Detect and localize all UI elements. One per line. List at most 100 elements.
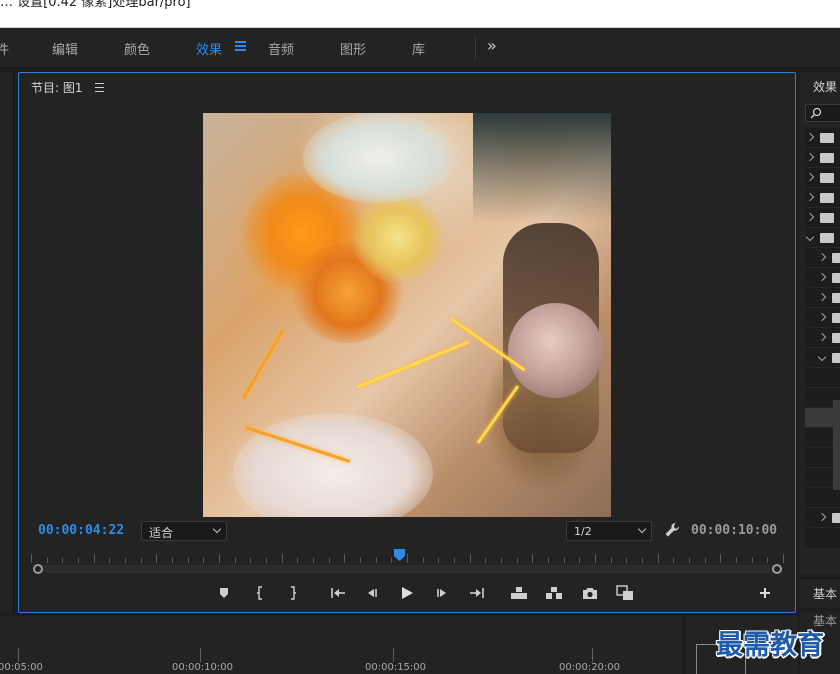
workspace-more-icon[interactable]: » [487, 36, 497, 55]
chevron-right-icon[interactable] [805, 192, 815, 202]
step-back-icon[interactable] [363, 584, 381, 602]
ruler-tick [266, 558, 267, 563]
wrench-settings-icon[interactable] [663, 521, 681, 539]
workspace-tab-graphics[interactable]: 图形 [340, 39, 366, 58]
window-title: … 设置[0.42 像素]处理bar/pro] [0, 0, 191, 10]
zoom-scroll-bar[interactable] [37, 565, 777, 573]
lift-icon[interactable] [510, 584, 528, 602]
video-shadow-area [473, 113, 611, 223]
folder-icon [820, 133, 834, 143]
play-icon[interactable] [398, 584, 416, 602]
scroll-handle-left[interactable] [33, 564, 43, 574]
add-button-icon[interactable] [756, 584, 774, 602]
effects-tree-row[interactable] [805, 328, 840, 348]
ruler-tick [438, 558, 440, 563]
folder-icon [820, 193, 834, 203]
folder-icon [832, 293, 840, 303]
folder-icon [832, 333, 840, 343]
ruler-tick [46, 558, 48, 563]
ruler-tick [203, 558, 205, 563]
chevron-right-icon[interactable] [817, 272, 827, 282]
effects-tree-row[interactable] [805, 488, 840, 508]
workspace-tab-color[interactable]: 颜色 [124, 39, 150, 58]
chevron-right-icon[interactable] [817, 512, 827, 522]
video-flower [353, 193, 443, 283]
chevron-down-icon [212, 524, 222, 534]
workspace-tab-audio[interactable]: 音频 [268, 39, 294, 58]
step-forward-icon[interactable] [433, 584, 451, 602]
timeline-label: 00:00:20:00 [559, 662, 621, 673]
zoom-level-select[interactable]: 适合 [141, 521, 227, 541]
workspace-tab-editing[interactable]: 编辑 [52, 39, 78, 58]
mark-in-icon[interactable] [251, 584, 269, 602]
playback-resolution-select[interactable]: 1/2 [566, 521, 652, 541]
ruler-tick [187, 558, 189, 563]
go-to-out-icon[interactable] [468, 584, 486, 602]
effects-search-input[interactable] [805, 104, 840, 122]
ruler-tick [313, 558, 314, 563]
ruler-tick [375, 558, 377, 563]
add-marker-icon[interactable] [215, 584, 233, 602]
chevron-right-icon[interactable] [805, 132, 815, 142]
ruler-tick [704, 558, 706, 563]
zoom-level-value: 适合 [149, 526, 174, 540]
effects-tree-row[interactable] [805, 168, 840, 188]
left-panel-edge [0, 72, 14, 612]
ruler-tick [454, 558, 455, 563]
extract-icon[interactable] [545, 584, 563, 602]
ruler-tick [751, 558, 753, 563]
playhead-icon[interactable] [394, 549, 406, 561]
effects-tree-row[interactable] [805, 508, 840, 528]
workspace-tab-effects[interactable]: 效果 [196, 39, 222, 58]
timeline-tick [18, 648, 19, 662]
workspace-menu-icon[interactable] [235, 40, 246, 52]
ruler-tick [595, 554, 596, 563]
folder-icon [820, 213, 834, 223]
effects-tree-row[interactable] [805, 248, 840, 268]
time-ruler[interactable] [31, 549, 784, 563]
chevron-right-icon[interactable] [817, 332, 827, 342]
effects-tree-row[interactable] [805, 128, 840, 148]
effects-tree-row[interactable] [805, 208, 840, 228]
comparison-view-icon[interactable] [616, 584, 634, 602]
timeline-ruler-area[interactable]: 00:05:00 00:00:10:00 00:00:15:00 00:00:2… [0, 616, 682, 674]
essential-panel-tab[interactable]: 基本 [800, 578, 840, 608]
effects-tree-row[interactable] [805, 348, 840, 368]
effects-tree-row[interactable] [805, 228, 840, 248]
scroll-handle-right[interactable] [772, 564, 782, 574]
chevron-right-icon[interactable] [805, 172, 815, 182]
current-timecode[interactable]: 00:00:04:22 [38, 523, 124, 538]
workspace-tab-assembly[interactable]: 件 [0, 39, 9, 58]
effects-tree-row[interactable] [805, 268, 840, 288]
ruler-tick [344, 554, 346, 563]
ruler-tick [297, 558, 299, 563]
ruler-tick [250, 558, 252, 563]
video-preview[interactable] [203, 113, 611, 517]
chevron-right-icon[interactable] [817, 312, 827, 322]
hamburger-menu-icon[interactable] [95, 83, 104, 92]
ruler-tick [234, 558, 236, 563]
effects-tree-row[interactable] [805, 288, 840, 308]
workspace-tab-libraries[interactable]: 库 [412, 39, 425, 58]
effects-tree-row[interactable] [805, 188, 840, 208]
effects-panel-title[interactable]: 效果 [813, 78, 837, 95]
ruler-tick [360, 558, 361, 563]
effects-tree-row[interactable] [805, 148, 840, 168]
chevron-right-icon[interactable] [805, 212, 815, 222]
mark-out-icon[interactable] [284, 584, 302, 602]
program-monitor-title[interactable]: 节目: 图1 [31, 79, 83, 96]
chevron-down-icon[interactable] [805, 232, 815, 242]
effects-tree-row[interactable] [805, 308, 840, 328]
effects-tree-row[interactable] [805, 368, 840, 388]
folder-icon [820, 153, 834, 163]
ruler-tick [767, 558, 769, 563]
chevron-down-icon[interactable] [817, 352, 827, 362]
chevron-right-icon[interactable] [817, 292, 827, 302]
folder-icon [820, 173, 834, 183]
ruler-tick [673, 558, 675, 563]
go-to-in-icon[interactable] [329, 584, 347, 602]
chevron-right-icon[interactable] [817, 252, 827, 262]
effects-scrollbar[interactable] [833, 400, 840, 490]
chevron-right-icon[interactable] [805, 152, 815, 162]
export-frame-icon[interactable] [581, 584, 599, 602]
